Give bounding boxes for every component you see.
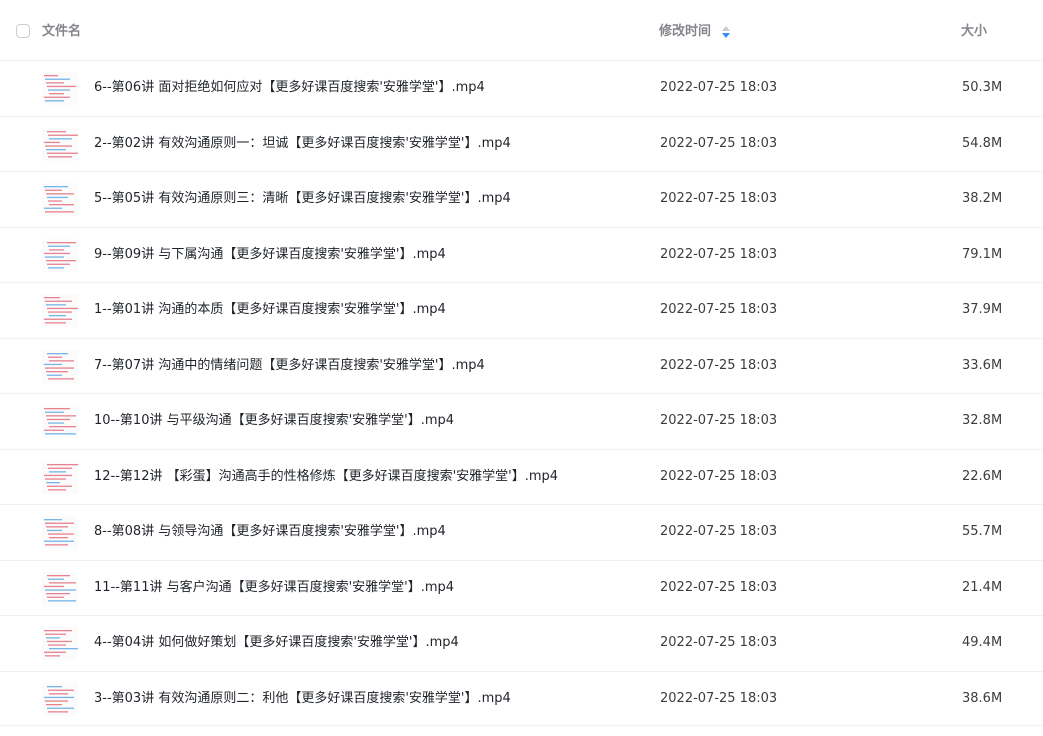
video-thumbnail-icon[interactable]	[42, 127, 78, 161]
file-row[interactable]: 1--第01讲 沟通的本质【更多好课百度搜索'安雅学堂'】.mp4 2022-07…	[0, 282, 1043, 338]
file-name[interactable]: 7--第07讲 沟通中的情绪问题【更多好课百度搜索'安雅学堂'】.mp4	[94, 358, 485, 374]
file-row[interactable]: 4--第04讲 如何做好策划【更多好课百度搜索'安雅学堂'】.mp4 2022-0…	[0, 615, 1043, 671]
file-modified-time: 2022-07-25 18:03	[660, 579, 778, 595]
file-size: 50.3M	[962, 80, 1003, 95]
file-size: 37.9M	[962, 302, 1003, 317]
video-thumbnail-icon[interactable]	[42, 238, 78, 272]
file-modified-time: 2022-07-25 18:03	[660, 524, 778, 539]
video-thumbnail-icon[interactable]	[42, 627, 78, 660]
file-name[interactable]: 11--第11讲 与客户沟通【更多好课百度搜索'安雅学堂'】.mp4	[94, 580, 454, 596]
sort-down-icon	[722, 33, 730, 38]
file-row[interactable]: 9--第09讲 与下属沟通【更多好课百度搜索'安雅学堂'】.mp4 2022-07…	[0, 226, 1043, 283]
file-row[interactable]: 6--第06讲 面对拒绝如何应对【更多好课百度搜索'安雅学堂'】.mp4 2022…	[0, 60, 1043, 116]
video-thumbnail-icon[interactable]	[42, 349, 78, 383]
file-modified-time: 2022-07-25 18:03	[660, 413, 778, 428]
file-name[interactable]: 4--第04讲 如何做好策划【更多好课百度搜索'安雅学堂'】.mp4	[94, 635, 459, 651]
file-list: 6--第06讲 面对拒绝如何应对【更多好课百度搜索'安雅学堂'】.mp4 2022…	[0, 60, 1043, 726]
file-name[interactable]: 6--第06讲 面对拒绝如何应对【更多好课百度搜索'安雅学堂'】.mp4	[94, 80, 485, 96]
file-row[interactable]: 10--第10讲 与平级沟通【更多好课百度搜索'安雅学堂'】.mp4 2022-0…	[0, 393, 1043, 449]
file-row[interactable]: 12--第12讲 【彩蛋】沟通高手的性格修炼【更多好课百度搜索'安雅学堂'】.m…	[0, 448, 1043, 505]
file-name[interactable]: 1--第01讲 沟通的本质【更多好课百度搜索'安雅学堂'】.mp4	[94, 302, 446, 318]
file-row[interactable]: 2--第02讲 有效沟通原则一：坦诚【更多好课百度搜索'安雅学堂'】.mp4 20…	[0, 115, 1043, 172]
file-list-header: 文件名 修改时间 大小	[0, 0, 1043, 62]
video-thumbnail-icon[interactable]	[42, 682, 78, 716]
file-modified-time: 2022-07-25 18:03	[660, 468, 778, 484]
file-size: 22.6M	[962, 468, 1003, 484]
video-thumbnail-icon[interactable]	[42, 516, 78, 549]
file-name[interactable]: 10--第10讲 与平级沟通【更多好课百度搜索'安雅学堂'】.mp4	[94, 413, 454, 429]
file-size: 38.2M	[962, 191, 1003, 206]
file-size: 49.4M	[962, 635, 1003, 650]
file-name[interactable]: 9--第09讲 与下属沟通【更多好课百度搜索'安雅学堂'】.mp4	[94, 247, 446, 263]
video-thumbnail-icon[interactable]	[42, 571, 78, 605]
column-header-name[interactable]: 文件名	[42, 24, 81, 40]
file-modified-time: 2022-07-25 18:03	[660, 135, 778, 151]
file-size: 38.6M	[962, 690, 1003, 706]
file-row[interactable]: 11--第11讲 与客户沟通【更多好课百度搜索'安雅学堂'】.mp4 2022-0…	[0, 559, 1043, 616]
file-name[interactable]: 5--第05讲 有效沟通原则三：清晰【更多好课百度搜索'安雅学堂'】.mp4	[94, 191, 511, 207]
file-row[interactable]: 7--第07讲 沟通中的情绪问题【更多好课百度搜索'安雅学堂'】.mp4 2022…	[0, 337, 1043, 394]
file-name[interactable]: 8--第08讲 与领导沟通【更多好课百度搜索'安雅学堂'】.mp4	[94, 524, 446, 540]
video-thumbnail-icon[interactable]	[42, 460, 78, 494]
file-modified-time: 2022-07-25 18:03	[660, 357, 778, 373]
video-thumbnail-icon[interactable]	[42, 72, 78, 105]
file-modified-time: 2022-07-25 18:03	[660, 635, 778, 650]
file-row[interactable]: 3--第03讲 有效沟通原则二：利他【更多好课百度搜索'安雅学堂'】.mp4 20…	[0, 670, 1043, 726]
video-thumbnail-icon[interactable]	[42, 294, 78, 327]
video-thumbnail-icon[interactable]	[42, 405, 78, 438]
column-header-size[interactable]: 大小	[961, 24, 987, 40]
column-header-modified[interactable]: 修改时间	[659, 24, 711, 40]
file-row[interactable]: 5--第05讲 有效沟通原则三：清晰【更多好课百度搜索'安雅学堂'】.mp4 20…	[0, 171, 1043, 227]
select-all-checkbox[interactable]	[16, 24, 30, 38]
file-size: 55.7M	[962, 524, 1003, 539]
file-size: 21.4M	[962, 579, 1003, 595]
file-size: 33.6M	[962, 357, 1003, 373]
file-modified-time: 2022-07-25 18:03	[660, 246, 778, 262]
file-size: 32.8M	[962, 413, 1003, 428]
file-name[interactable]: 3--第03讲 有效沟通原则二：利他【更多好课百度搜索'安雅学堂'】.mp4	[94, 691, 511, 707]
file-modified-time: 2022-07-25 18:03	[660, 191, 778, 206]
file-modified-time: 2022-07-25 18:03	[660, 690, 778, 706]
file-size: 54.8M	[962, 135, 1003, 151]
sort-icon[interactable]	[722, 26, 730, 38]
sort-up-icon	[722, 26, 730, 31]
file-modified-time: 2022-07-25 18:03	[660, 302, 778, 317]
file-name[interactable]: 12--第12讲 【彩蛋】沟通高手的性格修炼【更多好课百度搜索'安雅学堂'】.m…	[94, 469, 558, 485]
file-row[interactable]: 8--第08讲 与领导沟通【更多好课百度搜索'安雅学堂'】.mp4 2022-07…	[0, 504, 1043, 560]
file-size: 79.1M	[962, 246, 1003, 262]
video-thumbnail-icon[interactable]	[42, 183, 78, 216]
file-name[interactable]: 2--第02讲 有效沟通原则一：坦诚【更多好课百度搜索'安雅学堂'】.mp4	[94, 136, 511, 152]
file-modified-time: 2022-07-25 18:03	[660, 80, 778, 95]
